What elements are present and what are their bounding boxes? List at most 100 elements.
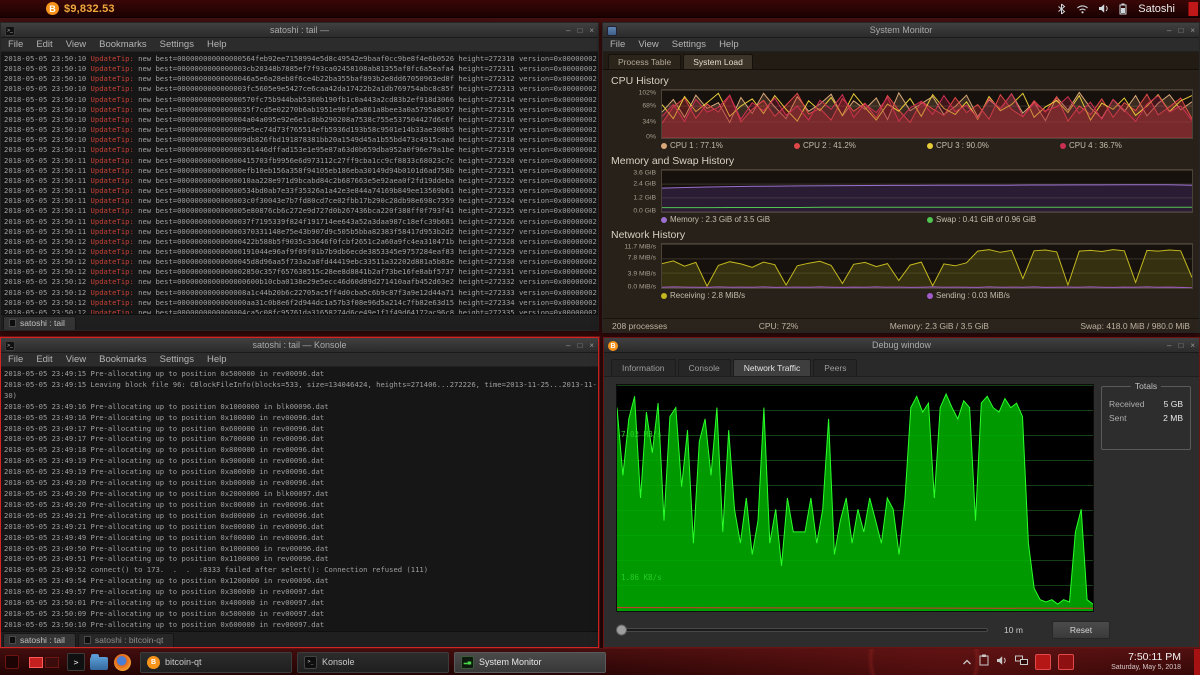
close-button[interactable]: ×: [589, 26, 594, 35]
time-range-slider[interactable]: [616, 628, 988, 632]
tab-system-load[interactable]: System Load: [683, 54, 753, 69]
terminal-launcher-icon[interactable]: >: [67, 653, 85, 671]
legend-item: CPU 3 : 90.0%: [927, 141, 1060, 150]
konsole-bottom-log[interactable]: 2018-05-05 23:49:15 Pre-allocating up to…: [1, 367, 598, 631]
desktop-1[interactable]: [29, 657, 43, 668]
log-line: 2018-05-05 23:50:12 UpdateTip: new best=…: [4, 277, 598, 287]
minimize-button[interactable]: –: [566, 26, 570, 35]
volume-icon[interactable]: [1098, 3, 1110, 14]
cpu-history-graph: [661, 89, 1193, 139]
maximize-button[interactable]: □: [577, 26, 582, 35]
terminal-tab-icon: [84, 636, 91, 644]
memory-y-axis: 3.6 GiB2.4 GiB1.2 GiB0.0 GiB: [609, 169, 661, 213]
menu-item-file[interactable]: File: [610, 39, 625, 50]
system-monitor-icon: [607, 26, 617, 36]
menu-item-view[interactable]: View: [638, 39, 658, 50]
menu-item-view[interactable]: View: [66, 354, 86, 365]
notification-indicator-icon[interactable]: [1035, 654, 1051, 670]
log-line: 2018-05-05 23:49:16 Pre-allocating up to…: [4, 402, 598, 413]
log-line: 2018-05-05 23:49:16 Pre-allocating up to…: [4, 413, 598, 424]
virtual-desktop-pager[interactable]: [29, 657, 59, 668]
log-line: 2018-05-05 23:50:12 UpdateTip: new best=…: [4, 257, 598, 267]
bitcoin-ticker-icon: B: [46, 2, 59, 15]
menu-item-edit[interactable]: Edit: [36, 354, 52, 365]
clipboard-icon[interactable]: [979, 653, 989, 671]
titlebar[interactable]: B Debug window – □ ×: [604, 338, 1199, 353]
desktop-2[interactable]: [45, 657, 59, 668]
firefox-icon[interactable]: [113, 653, 131, 671]
menu-item-help[interactable]: Help: [719, 39, 739, 50]
battery-icon[interactable]: [1119, 3, 1127, 15]
tray-expander-icon[interactable]: [962, 653, 972, 671]
minimize-button[interactable]: –: [1167, 341, 1171, 350]
app-launcher-icon[interactable]: [3, 653, 21, 671]
menu-item-edit[interactable]: Edit: [36, 39, 52, 50]
titlebar[interactable]: >_ satoshi : tail — Konsole – □ ×: [1, 338, 598, 353]
status-indicator-icon[interactable]: [1058, 654, 1074, 670]
tab-network-traffic[interactable]: Network Traffic: [733, 359, 812, 376]
konsole-top-log[interactable]: 2018-05-05 23:50:10 UpdateTip: new best=…: [1, 52, 598, 314]
tab-peers[interactable]: Peers: [813, 359, 857, 376]
tab-process-table[interactable]: Process Table: [608, 54, 681, 69]
taskbar: > Bbitcoin-qt>_Konsole▂▄System Monitor 7…: [0, 648, 1200, 675]
menu-item-file[interactable]: File: [8, 39, 23, 50]
totals-box: Totals Received5 GBSent2 MB: [1101, 386, 1191, 450]
menu-item-bookmarks[interactable]: Bookmarks: [99, 354, 147, 365]
tab-information[interactable]: Information: [611, 359, 676, 376]
menu-item-settings[interactable]: Settings: [160, 354, 194, 365]
window-title: satoshi : tail — Konsole: [252, 340, 346, 350]
log-line: 2018-05-05 23:50:10 UpdateTip: new best=…: [4, 125, 598, 135]
taskbar-button-bitcoin-qt[interactable]: Bbitcoin-qt: [140, 652, 292, 673]
terminal-tab-satoshi-tail[interactable]: satoshi : tail: [3, 633, 76, 647]
maximize-button[interactable]: □: [1178, 26, 1183, 35]
terminal-tab-satoshi-tail[interactable]: satoshi : tail: [3, 316, 76, 330]
panel-hide-button[interactable]: [1188, 2, 1198, 16]
konsole-icon: >_: [5, 26, 15, 36]
minimize-button[interactable]: –: [1167, 26, 1171, 35]
menu-item-help[interactable]: Help: [207, 354, 227, 365]
bluetooth-icon[interactable]: [1056, 3, 1067, 15]
network-legend: Receiving : 2.8 MiB/sSending : 0.03 MiB/…: [661, 291, 1193, 300]
taskbar-button-system-monitor[interactable]: ▂▄System Monitor: [454, 652, 606, 673]
log-line: 2018-05-05 23:50:09 Pre-allocating up to…: [4, 609, 598, 620]
minimize-button[interactable]: –: [566, 341, 570, 350]
menu-item-view[interactable]: View: [66, 39, 86, 50]
legend-item: CPU 4 : 36.7%: [1060, 141, 1193, 150]
slider-handle[interactable]: [616, 625, 627, 636]
volume-icon[interactable]: [996, 653, 1008, 671]
panel-edge-button[interactable]: [1194, 649, 1200, 675]
terminal-tab-icon: [9, 636, 16, 644]
file-manager-icon[interactable]: [90, 653, 108, 671]
terminal-tab-satoshi-bitcoin-qt[interactable]: satoshi : bitcoin-qt: [78, 633, 175, 647]
close-button[interactable]: ×: [589, 341, 594, 350]
menu-item-bookmarks[interactable]: Bookmarks: [99, 39, 147, 50]
log-line: 2018-05-05 23:49:19 Pre-allocating up to…: [4, 456, 598, 467]
taskbar-button-konsole[interactable]: >_Konsole: [297, 652, 449, 673]
menu-item-help[interactable]: Help: [207, 39, 227, 50]
close-button[interactable]: ×: [1190, 26, 1195, 35]
log-line: 2018-05-05 23:49:54 Pre-allocating up to…: [4, 576, 598, 587]
network-icon[interactable]: [1015, 653, 1028, 671]
log-line: 2018-05-05 23:50:10 UpdateTip: new best=…: [4, 84, 598, 94]
clock[interactable]: 7:50:11 PM Saturday, May 5, 2018: [1089, 652, 1181, 671]
log-line: 2018-05-05 23:50:10 UpdateTip: new best=…: [4, 95, 598, 105]
titlebar[interactable]: System Monitor – □ ×: [603, 23, 1199, 38]
log-line: 2018-05-05 23:49:17 Pre-allocating up to…: [4, 434, 598, 445]
maximize-button[interactable]: □: [577, 341, 582, 350]
maximize-button[interactable]: □: [1178, 341, 1183, 350]
log-line: 2018-05-05 23:49:18 Pre-allocating up to…: [4, 445, 598, 456]
konsole-icon: >_: [304, 656, 317, 669]
close-button[interactable]: ×: [1190, 341, 1195, 350]
log-line: 2018-05-05 23:50:10 UpdateTip: new best=…: [4, 64, 598, 74]
menu-item-file[interactable]: File: [8, 354, 23, 365]
network-history-graph: [661, 243, 1193, 289]
section-title: Memory and Swap History: [611, 155, 1193, 167]
titlebar[interactable]: >_ satoshi : tail — – □ ×: [1, 23, 598, 38]
menu-item-settings[interactable]: Settings: [160, 39, 194, 50]
legend-item: Memory : 2.3 GiB of 3.5 GiB: [661, 215, 927, 224]
reset-button[interactable]: Reset: [1052, 621, 1110, 639]
menu-item-settings[interactable]: Settings: [672, 39, 706, 50]
wifi-icon[interactable]: [1076, 3, 1089, 14]
memory-history-section: Memory and Swap History 3.6 GiB2.4 GiB1.…: [609, 154, 1193, 224]
tab-console[interactable]: Console: [678, 359, 731, 376]
